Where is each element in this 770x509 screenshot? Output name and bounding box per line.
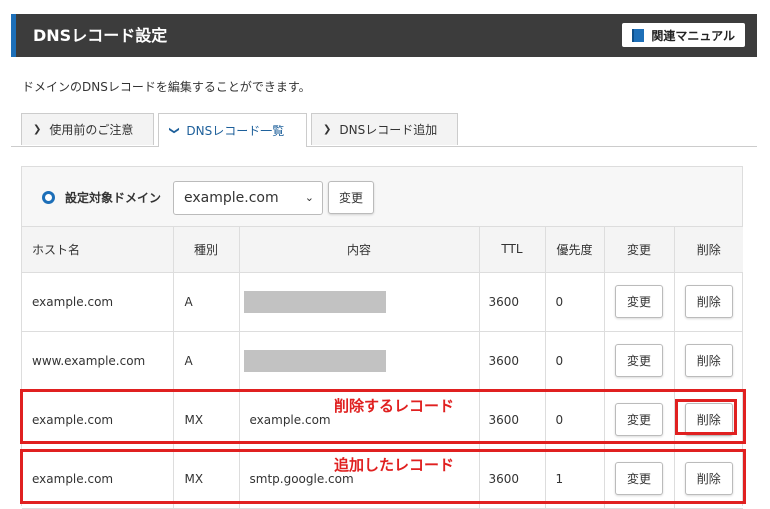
cell-delete: 削除: [674, 331, 743, 391]
cell-content: [239, 331, 480, 391]
related-manual-label: 関連マニュアル: [651, 28, 735, 43]
delete-button[interactable]: 削除: [684, 285, 733, 318]
cell-edit: 変更: [604, 272, 675, 332]
table-row: example.com A 3600 0 変更 削除: [22, 272, 743, 332]
column-header-edit: 変更: [604, 227, 675, 273]
cell-type: A: [173, 272, 240, 332]
header-accent-bar: [11, 14, 16, 57]
edit-button[interactable]: 変更: [615, 285, 663, 318]
masked-content: [243, 349, 386, 372]
radio-icon: [42, 191, 55, 204]
domain-select[interactable]: example.com ⌄: [173, 181, 323, 215]
chevron-down-icon: ❯: [168, 126, 180, 135]
cell-delete: 削除: [674, 272, 743, 332]
edit-button[interactable]: 変更: [615, 344, 663, 377]
cell-type: A: [173, 331, 240, 391]
column-header-host: ホスト名: [22, 227, 174, 273]
cell-priority: 0: [545, 272, 605, 332]
column-header-content: 内容: [239, 227, 480, 273]
page-header: DNSレコード設定 関連マニュアル: [11, 14, 757, 57]
tab-precautions-label: 使用前のご注意: [49, 123, 134, 137]
column-header-priority: 優先度: [545, 227, 605, 273]
cell-ttl: 3600: [479, 331, 546, 391]
chevron-right-icon: ❯: [323, 124, 332, 135]
table-header-row: ホスト名 種別 内容 TTL 優先度 変更 削除: [22, 227, 743, 273]
cell-host: example.com: [22, 272, 174, 332]
domain-select-value: example.com: [184, 190, 279, 206]
domain-selector-label: 設定対象ドメイン: [65, 191, 162, 205]
tab-dns-record-list[interactable]: ❯ DNSレコード一覧: [158, 113, 307, 147]
tab-bar: ❯ 使用前のご注意 ❯ DNSレコード一覧 ❯ DNSレコード追加: [11, 113, 757, 147]
chevron-right-icon: ❯: [33, 124, 42, 135]
added-record-annotation: 追加したレコード: [334, 456, 455, 474]
masked-content: [243, 290, 386, 313]
tab-dns-record-add-label: DNSレコード追加: [339, 123, 438, 137]
cell-content: [239, 272, 480, 332]
delete-button[interactable]: 削除: [684, 344, 733, 377]
tab-dns-record-add[interactable]: ❯ DNSレコード追加: [311, 113, 458, 145]
cell-priority: 0: [545, 331, 605, 391]
chevron-down-icon: ⌄: [304, 191, 314, 204]
cell-host: www.example.com: [22, 331, 174, 391]
table-row: www.example.com A 3600 0 変更 削除: [22, 331, 743, 391]
domain-selector-row: 設定対象ドメイン example.com ⌄ 変更: [22, 167, 742, 227]
delete-record-annotation: 削除するレコード: [334, 397, 455, 415]
cell-edit: 変更: [604, 331, 675, 391]
page-title: DNSレコード設定: [33, 26, 168, 45]
book-icon: [632, 28, 645, 42]
domain-change-button[interactable]: 変更: [328, 181, 374, 214]
column-header-ttl: TTL: [479, 227, 546, 273]
tab-dns-record-list-label: DNSレコード一覧: [186, 124, 285, 138]
column-header-type: 種別: [173, 227, 240, 273]
column-header-delete: 削除: [674, 227, 743, 273]
related-manual-button[interactable]: 関連マニュアル: [622, 23, 745, 47]
page-description: ドメインのDNSレコードを編集することができます。: [22, 80, 311, 94]
delete-button-highlight: [675, 399, 737, 435]
cell-ttl: 3600: [479, 272, 546, 332]
tab-precautions[interactable]: ❯ 使用前のご注意: [21, 113, 154, 145]
